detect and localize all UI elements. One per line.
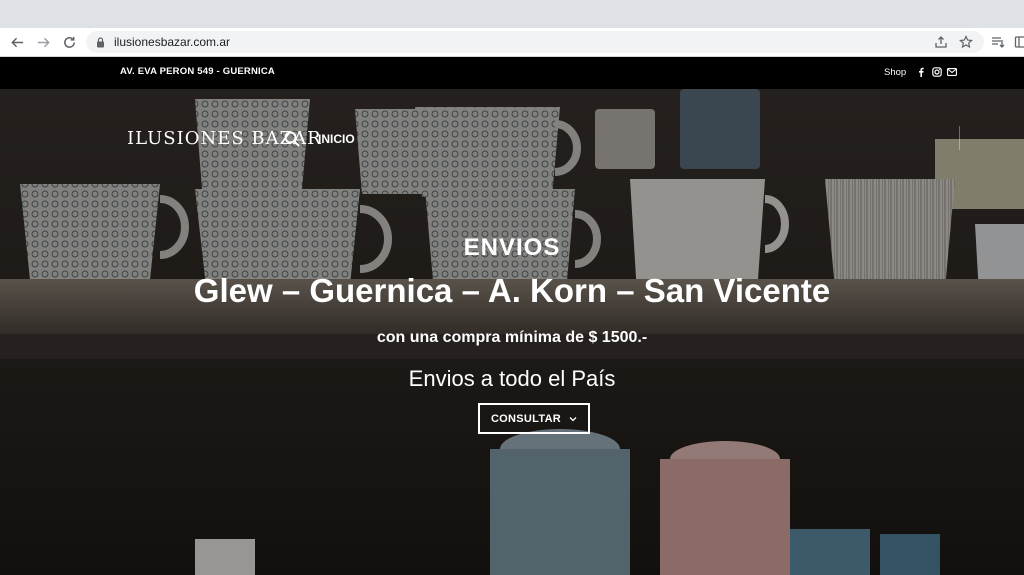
back-icon[interactable] (6, 31, 28, 53)
consultar-button-label: CONSULTAR (490, 412, 562, 425)
share-icon[interactable] (932, 33, 950, 51)
facebook-icon[interactable] (915, 66, 926, 77)
hero-nationwide: Envios a todo el País (408, 366, 616, 391)
reading-list-icon[interactable] (989, 33, 1007, 51)
browser-tabstrip (0, 0, 1024, 28)
forward-icon[interactable] (32, 31, 54, 53)
store-address: AV. EVA PERON 549 - GUERNICA (120, 66, 275, 77)
url-text[interactable]: ilusionesbazar.com.ar (114, 35, 230, 49)
consultar-button[interactable]: CONSULTAR (478, 403, 590, 434)
mail-icon[interactable] (946, 66, 957, 77)
shop-link[interactable]: Shop (884, 67, 906, 78)
search-icon[interactable] (284, 131, 300, 147)
header-divider (959, 126, 960, 150)
instagram-icon[interactable] (931, 66, 942, 77)
lock-icon (97, 37, 104, 48)
star-icon[interactable] (957, 33, 975, 51)
nav-item-inicio[interactable]: INICIO (318, 132, 355, 146)
side-panel-icon[interactable] (1012, 33, 1024, 51)
reload-icon[interactable] (58, 31, 80, 53)
chevron-down-icon (569, 416, 577, 421)
hero-heading: ENVIOS (463, 234, 561, 261)
hero-towns: Glew – Guernica – A. Korn – San Vicente (193, 272, 831, 309)
hero-min-purchase: con una compra mínima de $ 1500.- (376, 329, 648, 346)
